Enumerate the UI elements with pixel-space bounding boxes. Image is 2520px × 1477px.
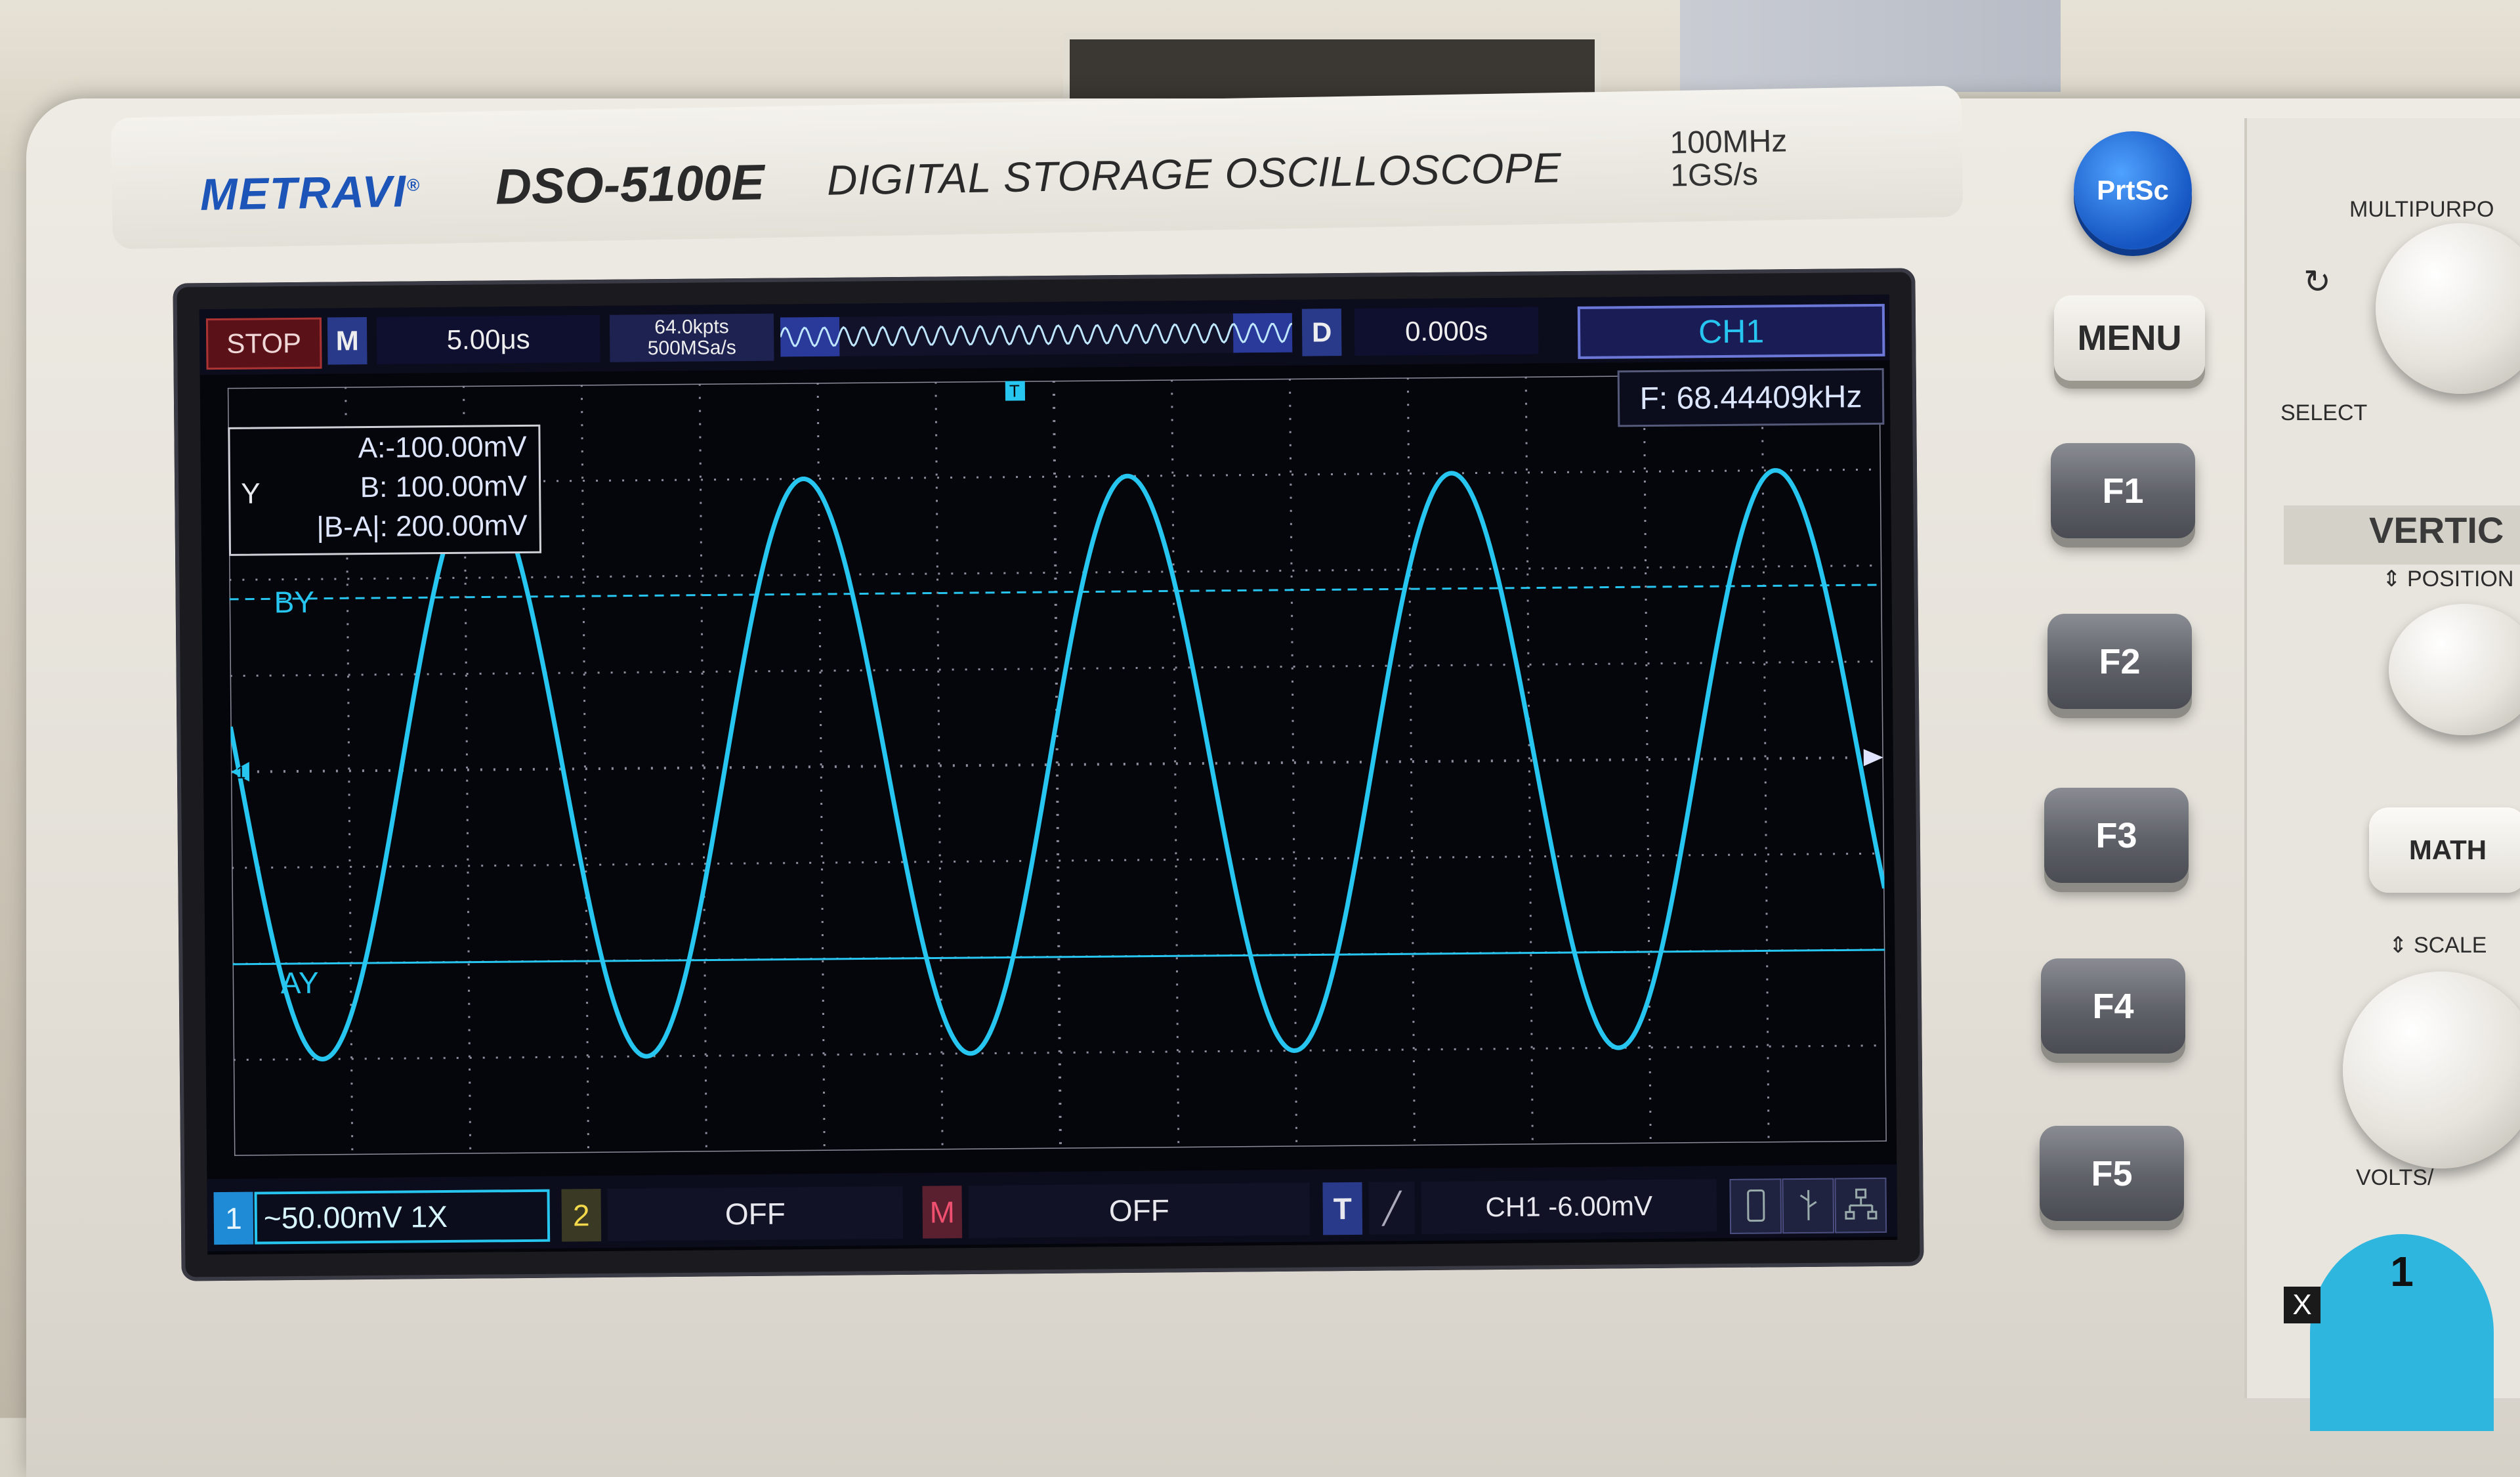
overview-trace	[780, 322, 1293, 347]
prtsc-button[interactable]: PrtSc	[2074, 131, 2192, 249]
trigger-settings: CH1 -6.00mV	[1421, 1179, 1717, 1235]
f5-softkey[interactable]: F5	[2040, 1126, 2184, 1221]
multipurpose-label: MULTIPURPO	[2349, 197, 2494, 222]
usb-device-icon	[1729, 1178, 1782, 1234]
f2-softkey[interactable]: F2	[2048, 614, 2192, 709]
lan-icon	[1834, 1177, 1887, 1233]
f3-softkey[interactable]: F3	[2044, 788, 2189, 883]
delay-tag: D	[1301, 309, 1342, 356]
grid-vertical-line	[698, 383, 707, 1152]
brand-name: METRAVI	[200, 166, 408, 220]
background-poster	[1680, 0, 2061, 92]
run-stop-indicator: STOP	[205, 317, 322, 370]
sample-rate: 500MSa/s	[647, 337, 736, 360]
brand-registered-mark: ®	[406, 175, 421, 195]
math-button[interactable]: MATH	[2369, 807, 2520, 893]
brand-logo: METRAVI®	[200, 165, 421, 221]
display-screen: STOP M 5.00μs 64.0kpts 500MSa/s D 0.000s…	[199, 294, 1898, 1255]
math-tag: M	[922, 1186, 963, 1239]
trigger-position-label: T	[1009, 381, 1020, 400]
channel-status-bar: 1 ~50.00mV 1X 2 OFF M OFF T ╱ CH1 -6.00m…	[207, 1164, 1898, 1252]
device-spec: 100MHz 1GS/s	[1670, 123, 1788, 194]
x-mark-icon: X	[2284, 1287, 2320, 1323]
ch1-ground-label: 1	[236, 763, 246, 782]
trigger-tag: T	[1322, 1182, 1363, 1235]
memory-overview-waveform	[780, 312, 1293, 357]
main-timebase-tag: M	[327, 317, 368, 365]
f1-softkey[interactable]: F1	[2051, 443, 2195, 538]
active-channel-label: CH1	[1577, 303, 1885, 359]
trigger-level-marker	[1863, 749, 1883, 767]
timebase-value: 5.00μs	[376, 314, 600, 364]
updown-icon: ⇕	[2389, 933, 2408, 958]
cursor-line-b	[229, 584, 1882, 601]
cursor-axis-label: Y	[241, 477, 261, 510]
scale-label: ⇕ SCALE	[2389, 932, 2487, 958]
ch1-settings: ~50.00mV 1X	[254, 1189, 551, 1245]
math-state: OFF	[968, 1182, 1311, 1239]
rotate-icon: ↻	[2303, 263, 2331, 300]
overview-window-right	[1232, 312, 1293, 353]
ch1-number: 1	[213, 1191, 254, 1245]
ch1-waveform-trace	[228, 468, 1887, 1061]
grid-horizontal-line	[233, 1044, 1886, 1061]
position-label-text: POSITION	[2406, 567, 2514, 591]
position-label: ⇕ POSITION	[2382, 566, 2513, 592]
spec-bandwidth: 100MHz	[1670, 123, 1788, 161]
grid-horizontal-line	[230, 660, 1883, 677]
trigger-position-marker: T	[1005, 381, 1026, 401]
screen-bezel: STOP M 5.00μs 64.0kpts 500MSa/s D 0.000s…	[173, 268, 1924, 1281]
cursor-line-a	[232, 949, 1885, 966]
menu-button[interactable]: MENU	[2054, 295, 2205, 381]
volts-label: VOLTS/	[2356, 1165, 2434, 1190]
cursor-a-label: AY	[280, 965, 319, 1000]
cursor-b-value: B: 100.00mV	[360, 469, 528, 504]
memory-info: 64.0kpts 500MSa/s	[609, 313, 774, 362]
status-bar: STOP M 5.00μs 64.0kpts 500MSa/s D 0.000s…	[199, 294, 1890, 375]
grid-horizontal-line	[232, 852, 1885, 869]
ch1-ground-marker: 1	[230, 761, 250, 782]
select-label: SELECT	[2280, 400, 2368, 425]
cursor-b-label: BY	[274, 584, 315, 620]
model-name: DSO-5100E	[495, 154, 765, 215]
cursor-readout: Y A:-100.00mV B: 100.00mV |B-A|: 200.00m…	[228, 424, 542, 556]
usb-host-icon	[1782, 1178, 1835, 1234]
ch1-channel-button[interactable]: 1	[2310, 1234, 2494, 1431]
ch2-number: 2	[561, 1188, 602, 1242]
scale-label-text: SCALE	[2413, 933, 2487, 958]
ch2-state: OFF	[607, 1186, 904, 1241]
cursor-delta-value: |B-A|: 200.00mV	[316, 509, 528, 544]
cursor-a-value: A:-100.00mV	[358, 430, 527, 465]
frequency-readout: F: 68.44409kHz	[1617, 368, 1885, 427]
trigger-offset-value: 0.000s	[1354, 307, 1539, 356]
trigger-edge-icon: ╱	[1368, 1182, 1416, 1235]
grid-vertical-line	[580, 385, 590, 1153]
grid-horizontal-line	[230, 756, 1883, 773]
memory-depth: 64.0kpts	[654, 316, 729, 339]
updown-icon: ⇕	[2382, 567, 2401, 591]
f4-softkey[interactable]: F4	[2041, 958, 2185, 1054]
spec-samplerate: 1GS/s	[1670, 157, 1759, 194]
vertical-section-title: VERTIC	[2369, 509, 2504, 551]
